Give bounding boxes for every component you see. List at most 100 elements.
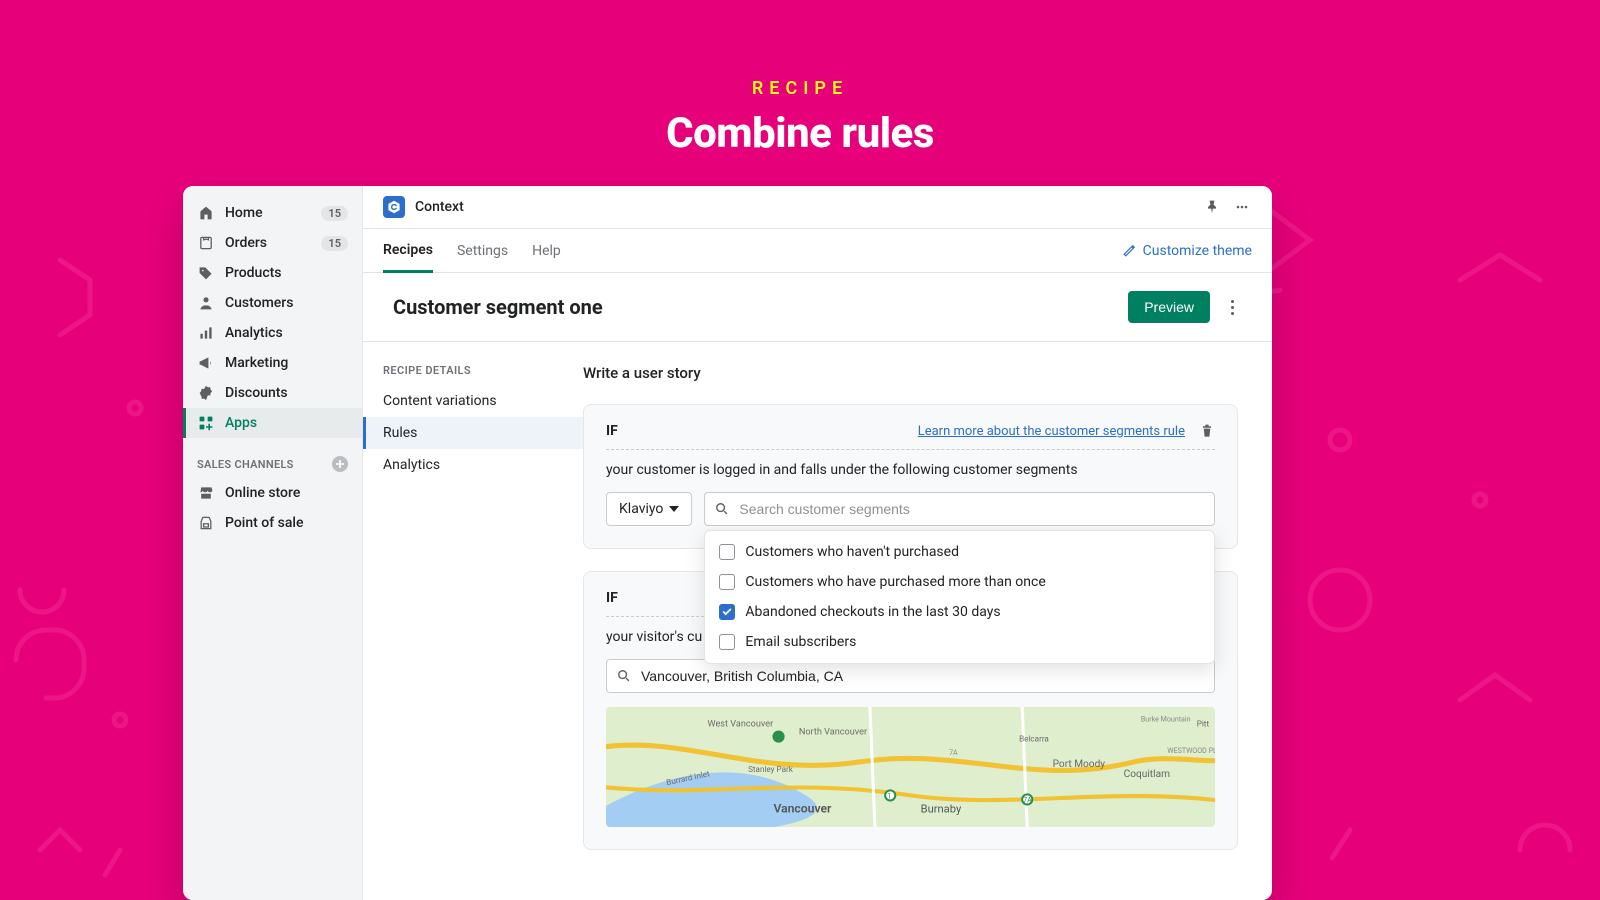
svg-text:North Vancouver: North Vancouver	[799, 728, 867, 738]
sidebar-item-products[interactable]: Products	[183, 258, 362, 288]
sidebar-item-analytics[interactable]: Analytics	[183, 318, 362, 348]
sidebar-item-orders[interactable]: Orders 15	[183, 228, 362, 258]
sidebar-badge: 15	[321, 206, 348, 221]
subnav-analytics[interactable]: Analytics	[363, 449, 583, 481]
sidebar-item-label: Analytics	[225, 325, 348, 341]
rule-if-label: IF	[606, 590, 618, 606]
page-title: Customer segment one	[393, 295, 603, 319]
app-bar: Context	[363, 186, 1272, 229]
orders-icon	[197, 234, 215, 252]
tab-help[interactable]: Help	[532, 229, 561, 273]
pos-icon	[197, 514, 215, 532]
checkbox-checked-icon	[719, 604, 735, 620]
svg-text:Stanley Park: Stanley Park	[748, 764, 794, 774]
segment-option[interactable]: Customers who haven't purchased	[705, 537, 1214, 567]
sidebar-item-label: Home	[225, 205, 311, 221]
sidebar-item-label: Online store	[225, 485, 348, 501]
sparkle-icon	[1121, 243, 1137, 259]
checkbox-icon	[719, 634, 735, 650]
segment-option[interactable]: Email subscribers	[705, 627, 1214, 657]
svg-text:WESTWOOD PLATEAU: WESTWOOD PLATEAU	[1167, 746, 1215, 755]
tag-icon	[197, 264, 215, 282]
svg-text:Burnaby: Burnaby	[921, 803, 962, 816]
page-hero-title: Combine rules	[0, 109, 1600, 158]
svg-text:West Vancouver: West Vancouver	[708, 719, 774, 729]
sidebar-item-label: Customers	[225, 295, 348, 311]
more-icon[interactable]	[1232, 197, 1252, 217]
svg-text:Port Moody: Port Moody	[1053, 759, 1106, 770]
tab-settings[interactable]: Settings	[457, 229, 508, 273]
checkbox-icon	[719, 574, 735, 590]
segment-dropdown: Customers who haven't purchased Customer…	[704, 530, 1215, 664]
home-icon	[197, 204, 215, 222]
location-search-input[interactable]	[606, 659, 1215, 693]
app-name: Context	[415, 199, 464, 215]
subnav-content-variations[interactable]: Content variations	[363, 385, 583, 417]
form-area: Write a user story IF Learn more about t…	[583, 342, 1272, 900]
sidebar-section-sales-channels: SALES CHANNELS	[183, 438, 362, 478]
segment-search-input[interactable]	[704, 492, 1215, 526]
svg-text:Coquitlam: Coquitlam	[1124, 769, 1170, 780]
svg-text:1: 1	[887, 791, 891, 800]
sidebar-item-home[interactable]: Home 15	[183, 198, 362, 228]
megaphone-icon	[197, 354, 215, 372]
provider-dropdown-label: Klaviyo	[619, 501, 663, 517]
sidebar-item-pos[interactable]: Point of sale	[183, 508, 362, 538]
svg-text:Pitt: Pitt	[1197, 718, 1210, 728]
checkbox-icon	[719, 544, 735, 560]
rule-description: your customer is logged in and falls und…	[606, 462, 1215, 478]
learn-more-link[interactable]: Learn more about the customer segments r…	[918, 424, 1185, 439]
trash-icon[interactable]	[1199, 423, 1215, 439]
sidebar-item-label: Marketing	[225, 355, 348, 371]
discount-icon	[197, 384, 215, 402]
sidebar-badge: 15	[321, 236, 348, 251]
apps-icon	[197, 414, 215, 432]
svg-text:7A: 7A	[1023, 796, 1032, 805]
page-more-button[interactable]	[1222, 300, 1242, 315]
sidebar-item-label: Orders	[225, 235, 311, 251]
pin-icon[interactable]	[1202, 197, 1222, 217]
segment-option-label: Abandoned checkouts in the last 30 days	[745, 604, 1000, 620]
tab-recipes[interactable]: Recipes	[383, 229, 433, 273]
sidebar-item-discounts[interactable]: Discounts	[183, 378, 362, 408]
sidebar-item-label: Point of sale	[225, 515, 348, 531]
sidebar-item-online-store[interactable]: Online store	[183, 478, 362, 508]
store-icon	[197, 484, 215, 502]
rule-card-customer-segments: IF Learn more about the customer segment…	[583, 404, 1238, 549]
svg-text:Burke Mountain: Burke Mountain	[1141, 714, 1191, 723]
main-panel: Context Recipes Settings Help Customize …	[363, 186, 1272, 900]
subnav-rules[interactable]: Rules	[363, 417, 583, 449]
sidebar-section-label: SALES CHANNELS	[197, 458, 294, 471]
rule-if-label: IF	[606, 423, 618, 439]
svg-text:Belcarra: Belcarra	[1019, 734, 1049, 744]
customize-theme-link[interactable]: Customize theme	[1121, 243, 1252, 259]
segment-option[interactable]: Abandoned checkouts in the last 30 days	[705, 597, 1214, 627]
sidebar-item-label: Discounts	[225, 385, 348, 401]
svg-text:7A: 7A	[949, 748, 958, 757]
preview-button[interactable]: Preview	[1128, 291, 1210, 323]
segment-option[interactable]: Customers who have purchased more than o…	[705, 567, 1214, 597]
tab-bar: Recipes Settings Help Customize theme	[363, 229, 1272, 273]
caret-down-icon	[669, 506, 679, 512]
sidebar-item-label: Apps	[225, 415, 348, 431]
customize-theme-label: Customize theme	[1143, 243, 1252, 259]
provider-dropdown[interactable]: Klaviyo	[606, 492, 692, 526]
person-icon	[197, 294, 215, 312]
svg-text:Vancouver: Vancouver	[773, 802, 832, 816]
map-preview[interactable]: West Vancouver North Vancouver Stanley P…	[606, 707, 1215, 827]
sidebar-item-label: Products	[225, 265, 348, 281]
bars-icon	[197, 324, 215, 342]
search-icon	[616, 668, 632, 684]
app-window: Home 15 Orders 15 Products Customers Ana…	[183, 186, 1272, 900]
admin-sidebar: Home 15 Orders 15 Products Customers Ana…	[183, 186, 363, 900]
sidebar-item-customers[interactable]: Customers	[183, 288, 362, 318]
sidebar-item-apps[interactable]: Apps	[183, 408, 362, 438]
app-logo	[383, 196, 405, 218]
page-eyebrow: RECIPE	[0, 78, 1600, 99]
search-icon	[714, 501, 730, 517]
segment-option-label: Customers who have purchased more than o…	[745, 574, 1045, 590]
recipe-subnav: RECIPE DETAILS Content variations Rules …	[363, 342, 583, 900]
sidebar-item-marketing[interactable]: Marketing	[183, 348, 362, 378]
recipe-subnav-heading: RECIPE DETAILS	[363, 364, 583, 385]
add-channel-button[interactable]	[332, 456, 348, 472]
